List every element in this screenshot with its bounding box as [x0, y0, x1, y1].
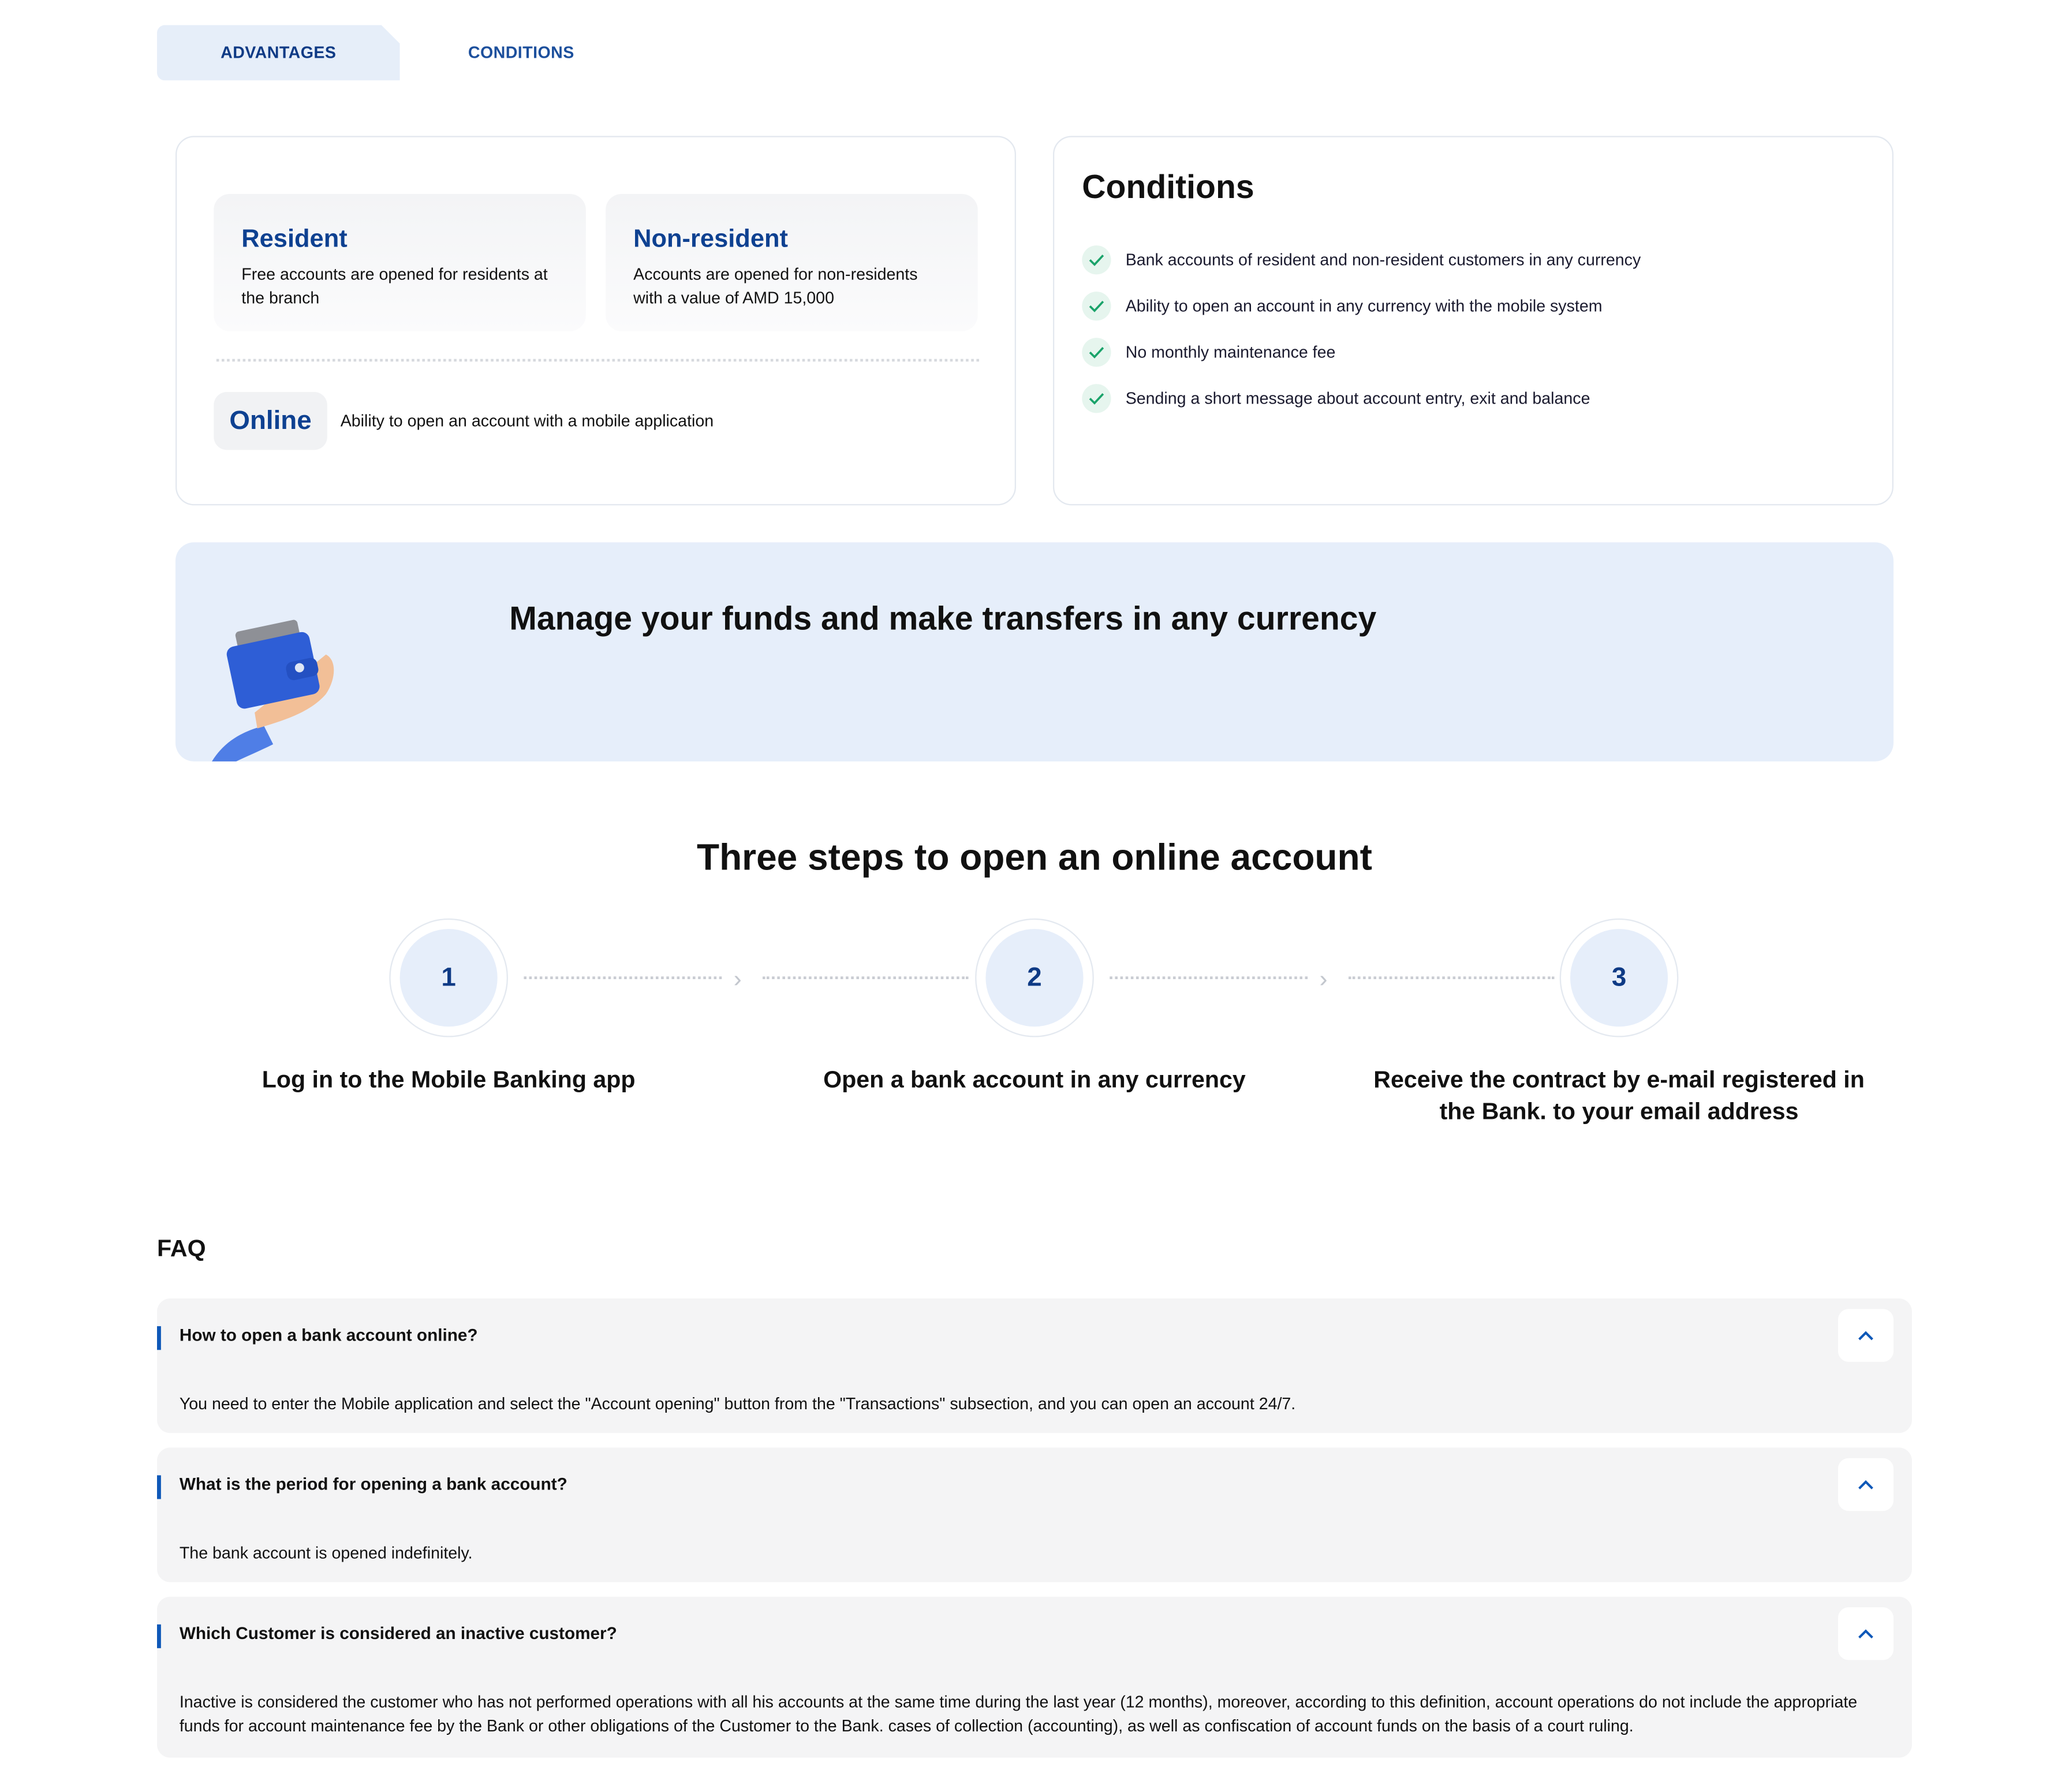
- wallet-hand-icon: [212, 619, 334, 761]
- tab-bar: ADVANTAGES CONDITIONS: [156, 25, 643, 81]
- condition-item: Bank accounts of resident and non-reside…: [1082, 245, 1641, 275]
- step-circle-2: 2: [975, 918, 1094, 1037]
- faq-item: Which Customer is considered an inactive…: [156, 1596, 1912, 1758]
- step-connector: [1348, 976, 1555, 979]
- chevron-up-icon: [1858, 1331, 1873, 1341]
- faq-question[interactable]: Which Customer is considered an inactive…: [180, 1623, 617, 1642]
- conditions-list: Bank accounts of resident and non-reside…: [1082, 245, 1641, 430]
- faq-question[interactable]: How to open a bank account online?: [180, 1325, 478, 1345]
- conditions-card: Conditions Bank accounts of resident and…: [1052, 136, 1894, 506]
- step-circle-3: 3: [1559, 918, 1679, 1037]
- condition-text: No monthly maintenance fee: [1125, 343, 1336, 362]
- check-icon: [1082, 292, 1111, 321]
- condition-item: Ability to open an account in any curren…: [1082, 292, 1641, 321]
- resident-tile: Resident Free accounts are opened for re…: [214, 193, 586, 331]
- faq-question[interactable]: What is the period for opening a bank ac…: [180, 1474, 567, 1494]
- step-connector: [524, 976, 722, 979]
- resident-text: Free accounts are opened for residents a…: [241, 265, 548, 308]
- step-number: 2: [985, 929, 1084, 1027]
- step-number: 3: [1570, 929, 1668, 1027]
- faq-toggle-button[interactable]: [1838, 1607, 1894, 1660]
- step-circle-1: 1: [389, 918, 508, 1037]
- step-label-2: Open a bank account in any currency: [823, 1066, 1246, 1093]
- steps-title: Three steps to open an online account: [696, 837, 1372, 878]
- non-resident-text: Accounts are opened for non-residents wi…: [633, 265, 918, 308]
- condition-text: Ability to open an account in any curren…: [1125, 297, 1603, 316]
- check-icon: [1082, 338, 1111, 367]
- non-resident-title: Non-resident: [633, 225, 788, 253]
- faq-accent-bar: [156, 1624, 161, 1648]
- tab-advantages[interactable]: ADVANTAGES: [156, 25, 400, 81]
- tab-conditions[interactable]: CONDITIONS: [400, 25, 643, 80]
- online-badge: Online: [214, 391, 327, 450]
- faq-answer: The bank account is opened indefinitely.: [179, 1544, 473, 1563]
- chevron-up-icon: [1858, 1480, 1873, 1489]
- check-icon: [1082, 384, 1111, 413]
- banner-title: Manage your funds and make transfers in …: [509, 600, 1377, 637]
- faq-item: What is the period for opening a bank ac…: [156, 1447, 1912, 1582]
- faq-accent-bar: [156, 1326, 161, 1350]
- step-number: 1: [399, 929, 498, 1027]
- check-icon: [1082, 245, 1111, 275]
- promo-banner: Manage your funds and make transfers in …: [175, 542, 1894, 761]
- step-label-3: Receive the contract by e-mail registere…: [1373, 1066, 1865, 1125]
- condition-text: Bank accounts of resident and non-reside…: [1125, 251, 1641, 270]
- faq-accent-bar: [156, 1475, 161, 1499]
- faq-item: How to open a bank account online? You n…: [156, 1298, 1912, 1433]
- online-text: Ability to open an account with a mobile…: [340, 412, 714, 431]
- conditions-title: Conditions: [1082, 169, 1254, 206]
- faq-answer: You need to enter the Mobile application…: [179, 1394, 1296, 1413]
- condition-text: Sending a short message about account en…: [1125, 389, 1590, 408]
- step-connector: [763, 976, 969, 979]
- faq-toggle-button[interactable]: [1838, 1309, 1894, 1362]
- account-types-card: Resident Free accounts are opened for re…: [175, 136, 1016, 506]
- faq-answer: Inactive is considered the customer who …: [179, 1693, 1858, 1735]
- divider: [216, 359, 979, 362]
- condition-item: No monthly maintenance fee: [1082, 338, 1641, 367]
- condition-item: Sending a short message about account en…: [1082, 384, 1641, 413]
- step-label-1: Log in to the Mobile Banking app: [262, 1066, 636, 1093]
- faq-title: FAQ: [156, 1235, 206, 1262]
- chevron-up-icon: [1858, 1629, 1873, 1639]
- resident-title: Resident: [241, 225, 348, 253]
- step-connector: [1110, 976, 1308, 979]
- non-resident-tile: Non-resident Accounts are opened for non…: [606, 193, 978, 331]
- faq-toggle-button[interactable]: [1838, 1458, 1894, 1511]
